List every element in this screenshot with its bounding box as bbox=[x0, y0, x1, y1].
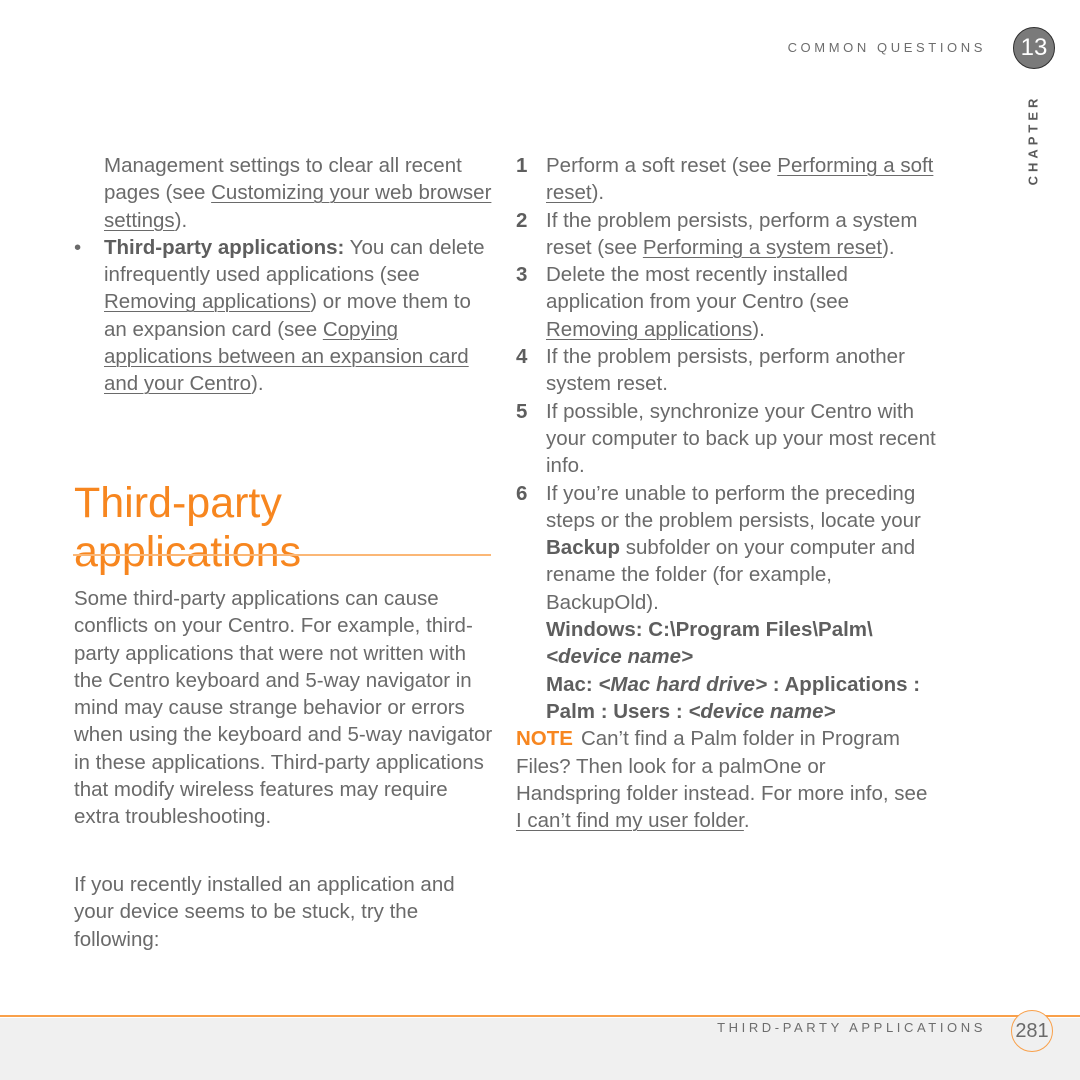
note-block: NOTE Can’t find a Palm folder in Program … bbox=[516, 725, 936, 834]
heading-divider bbox=[73, 554, 491, 556]
text: Can’t find a Palm folder in Program File… bbox=[516, 727, 928, 805]
bullet-icon: • bbox=[74, 235, 82, 259]
left-column-list: Management settings to clear all recent … bbox=[74, 152, 494, 398]
text: If you’re unable to perform the precedin… bbox=[546, 481, 921, 532]
step-item: 2 If the problem persists, perform a syst… bbox=[516, 207, 936, 262]
step-item: 6 If you’re unable to perform the precedi… bbox=[516, 480, 936, 616]
step-item: 5 If possible, synchronize your Centro wi… bbox=[516, 398, 936, 480]
placeholder-text: <Mac hard drive> bbox=[598, 672, 768, 696]
step-item: 1 Perform a soft reset (see Performing a … bbox=[516, 152, 936, 207]
step-number: 5 bbox=[516, 399, 528, 423]
bullet-bold-label: Third-party applications: bbox=[104, 235, 345, 259]
footer-divider bbox=[0, 1015, 1080, 1017]
text: ). bbox=[591, 181, 605, 205]
step-number: 1 bbox=[516, 154, 528, 177]
link-removing-applications[interactable]: Removing applications bbox=[104, 290, 310, 313]
bullet-item-third-party-apps: • Third-party applications: You can delet… bbox=[74, 234, 494, 398]
placeholder-text: <device name> bbox=[546, 645, 694, 669]
backup-folder-name: Backup bbox=[546, 536, 621, 560]
text: ). bbox=[882, 235, 895, 259]
steps-list: 1 Perform a soft reset (see Performing a … bbox=[516, 152, 936, 834]
link-removing-applications[interactable]: Removing applications bbox=[546, 318, 752, 341]
text: Perform a soft reset (see bbox=[546, 154, 778, 177]
text: ). bbox=[251, 372, 264, 396]
step-item: 4 If the problem persists, perform anothe… bbox=[516, 343, 936, 398]
text: Delete the most recently installed appli… bbox=[546, 263, 850, 314]
step-number: 4 bbox=[516, 345, 528, 369]
text: Mac: bbox=[546, 672, 599, 696]
text: . bbox=[743, 809, 750, 833]
step-number: 6 bbox=[516, 481, 528, 505]
step-item: 3 Delete the most recently installed appl… bbox=[516, 261, 936, 343]
text: ). bbox=[752, 317, 765, 341]
note-label: NOTE bbox=[516, 727, 573, 751]
section-heading: Third-party applications bbox=[74, 478, 302, 576]
step-number: 3 bbox=[516, 263, 528, 287]
link-cant-find-user-folder[interactable]: I can’t find my user folder bbox=[516, 809, 744, 832]
link-performing-system-reset[interactable]: Performing a system reset bbox=[643, 236, 882, 259]
windows-path: Windows: C:\Program Files\Palm\ <device n… bbox=[516, 616, 936, 671]
text: If the problem persists, perform another… bbox=[546, 345, 905, 396]
chapter-label: CHAPTER bbox=[1025, 94, 1041, 186]
step-number: 2 bbox=[516, 208, 528, 232]
instruction-paragraph: If you recently installed an application… bbox=[74, 873, 455, 951]
text: Windows: C:\Program Files\Palm\ bbox=[546, 618, 873, 642]
mac-path: Mac: <Mac hard drive> : Applications : P… bbox=[516, 671, 936, 726]
text: If possible, synchronize your Centro wit… bbox=[546, 399, 936, 478]
intro-paragraph: Some third-party applications can cause … bbox=[74, 587, 493, 829]
chapter-number-badge: 13 bbox=[1013, 27, 1055, 69]
footer-section-title: THIRD-PARTY APPLICATIONS bbox=[717, 1020, 986, 1035]
text: ). bbox=[174, 208, 188, 232]
page-number-badge: 281 bbox=[1011, 1010, 1053, 1052]
continued-list-item: Management settings to clear all recent … bbox=[74, 152, 494, 234]
running-head: COMMON QUESTIONS bbox=[787, 40, 986, 55]
placeholder-text: <device name> bbox=[688, 699, 836, 723]
